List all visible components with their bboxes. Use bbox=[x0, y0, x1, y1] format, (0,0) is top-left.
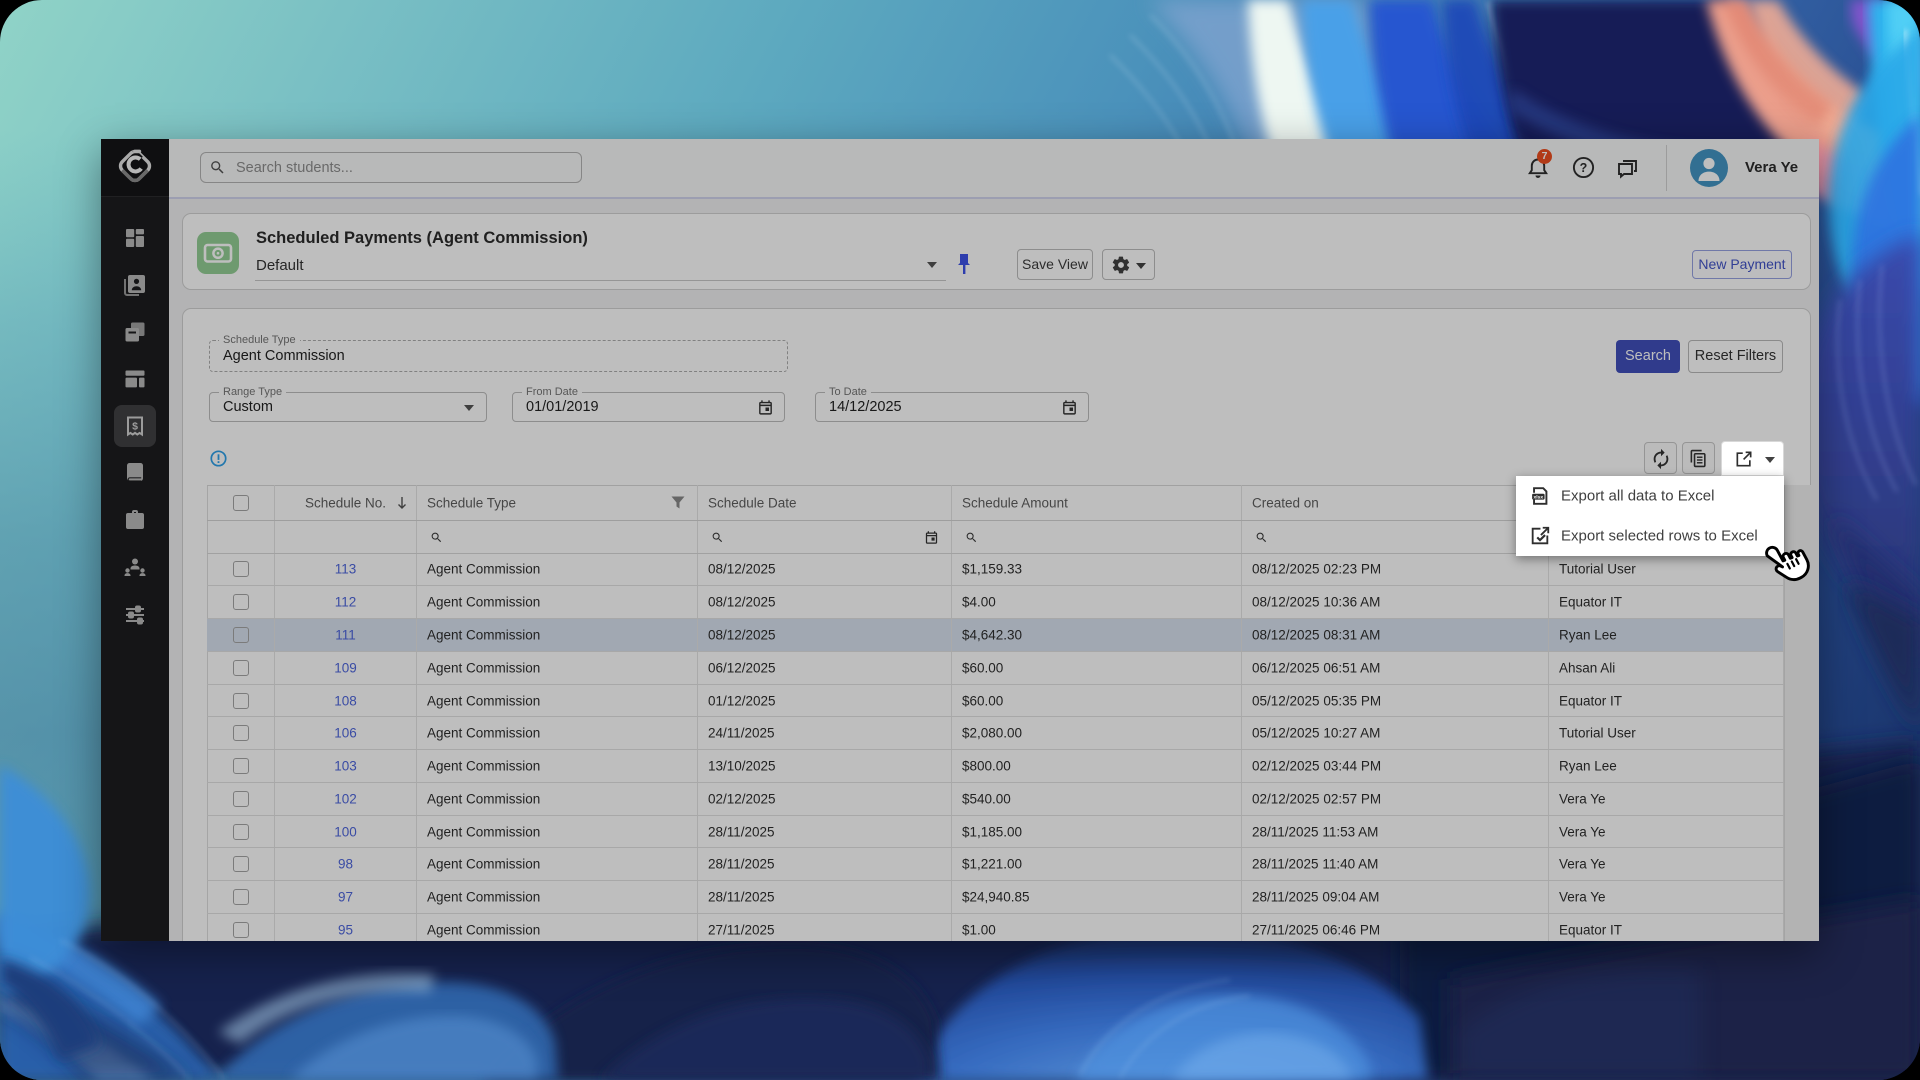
svg-text:xlsx: xlsx bbox=[1534, 494, 1544, 500]
